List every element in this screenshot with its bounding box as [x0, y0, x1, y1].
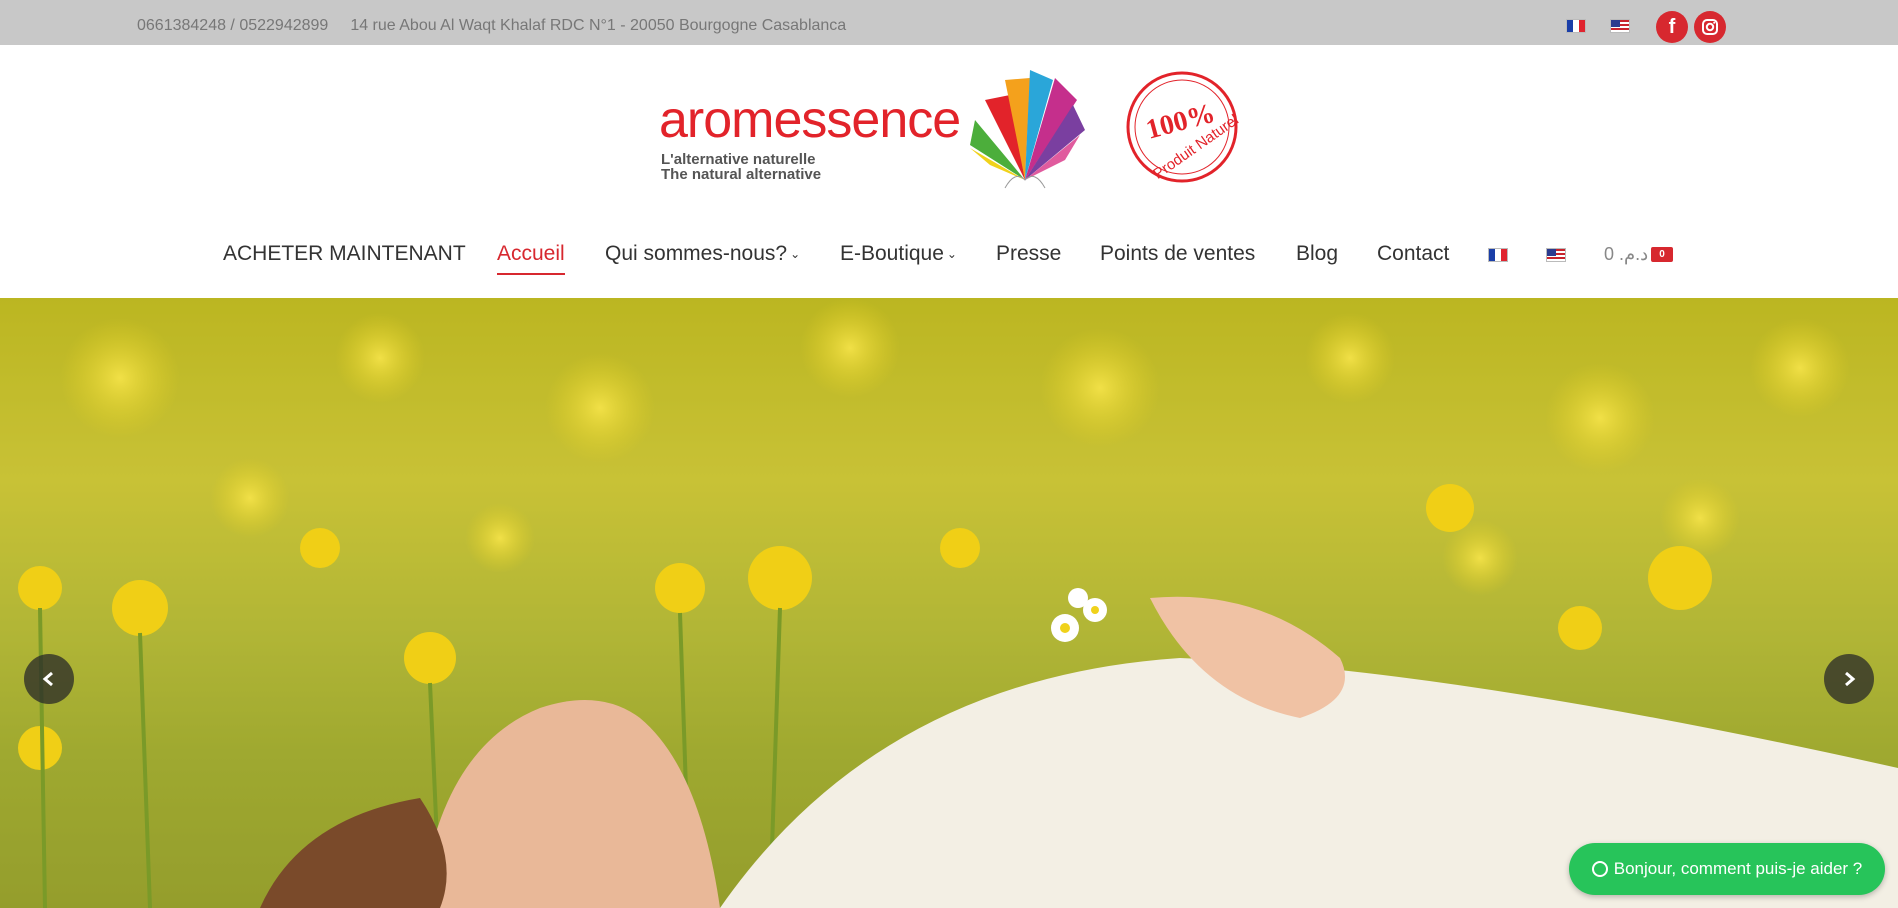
nav-contact[interactable]: Contact — [1377, 242, 1449, 266]
logo[interactable]: aromessence L'alternative naturelle The … — [655, 60, 1245, 190]
nav-qui-sommes-nous[interactable]: Qui sommes-nous? ⌄ — [605, 242, 800, 266]
nav-points-de-ventes[interactable]: Points de ventes — [1100, 242, 1255, 266]
chevron-down-icon: ⌄ — [946, 247, 957, 262]
natural-product-seal: 100% Produit Naturel — [1125, 70, 1242, 185]
slider-prev-button[interactable] — [24, 654, 74, 704]
main-nav: ACHETER MAINTENANT Accueil Qui sommes-no… — [0, 230, 1898, 280]
cart-total[interactable]: د.م. 0 — [1604, 244, 1648, 265]
slider-next-button[interactable] — [1824, 654, 1874, 704]
address: 14 rue Abou Al Waqt Khalaf RDC N°1 - 200… — [350, 17, 847, 34]
chevron-left-icon — [42, 671, 53, 687]
whatsapp-chat-button[interactable]: Bonjour, comment puis-je aider ? — [1569, 843, 1885, 895]
nav-presse[interactable]: Presse — [996, 242, 1061, 266]
facebook-icon[interactable]: f — [1656, 11, 1688, 43]
flag-us-icon[interactable] — [1546, 248, 1566, 262]
nav-e-boutique-label: E-Boutique — [840, 242, 944, 265]
whatsapp-chat-label: Bonjour, comment puis-je aider ? — [1613, 859, 1863, 878]
logo-tagline-en: The natural alternative — [661, 166, 822, 183]
phone-numbers: 0661384248 / 0522942899 — [137, 17, 329, 34]
flag-us-icon[interactable] — [1610, 19, 1630, 33]
nav-e-boutique[interactable]: E-Boutique ⌄ — [840, 242, 957, 266]
hero-illustration — [0, 298, 1898, 908]
nav-acheter-maintenant[interactable]: ACHETER MAINTENANT — [223, 242, 466, 266]
top-bar: 0661384248 / 0522942899 14 rue Abou Al Wa… — [0, 0, 1898, 45]
instagram-icon[interactable] — [1694, 11, 1726, 43]
flag-fr-icon[interactable] — [1488, 248, 1508, 262]
logo-wordmark: aromessence — [659, 91, 961, 149]
chevron-down-icon: ⌄ — [790, 247, 801, 262]
whatsapp-icon — [1591, 861, 1608, 877]
contact-info: 0661384248 / 0522942899 14 rue Abou Al Wa… — [137, 17, 846, 35]
cart-count-badge[interactable]: 0 — [1651, 247, 1673, 262]
nav-qui-sommes-nous-label: Qui sommes-nous? — [605, 242, 788, 265]
hero-slide-image — [0, 298, 1898, 908]
nav-blog[interactable]: Blog — [1296, 242, 1338, 266]
flag-fr-icon[interactable] — [1566, 19, 1586, 33]
flower-emblem-icon — [970, 70, 1085, 189]
chevron-right-icon — [1845, 671, 1856, 687]
nav-accueil[interactable]: Accueil — [497, 242, 565, 275]
